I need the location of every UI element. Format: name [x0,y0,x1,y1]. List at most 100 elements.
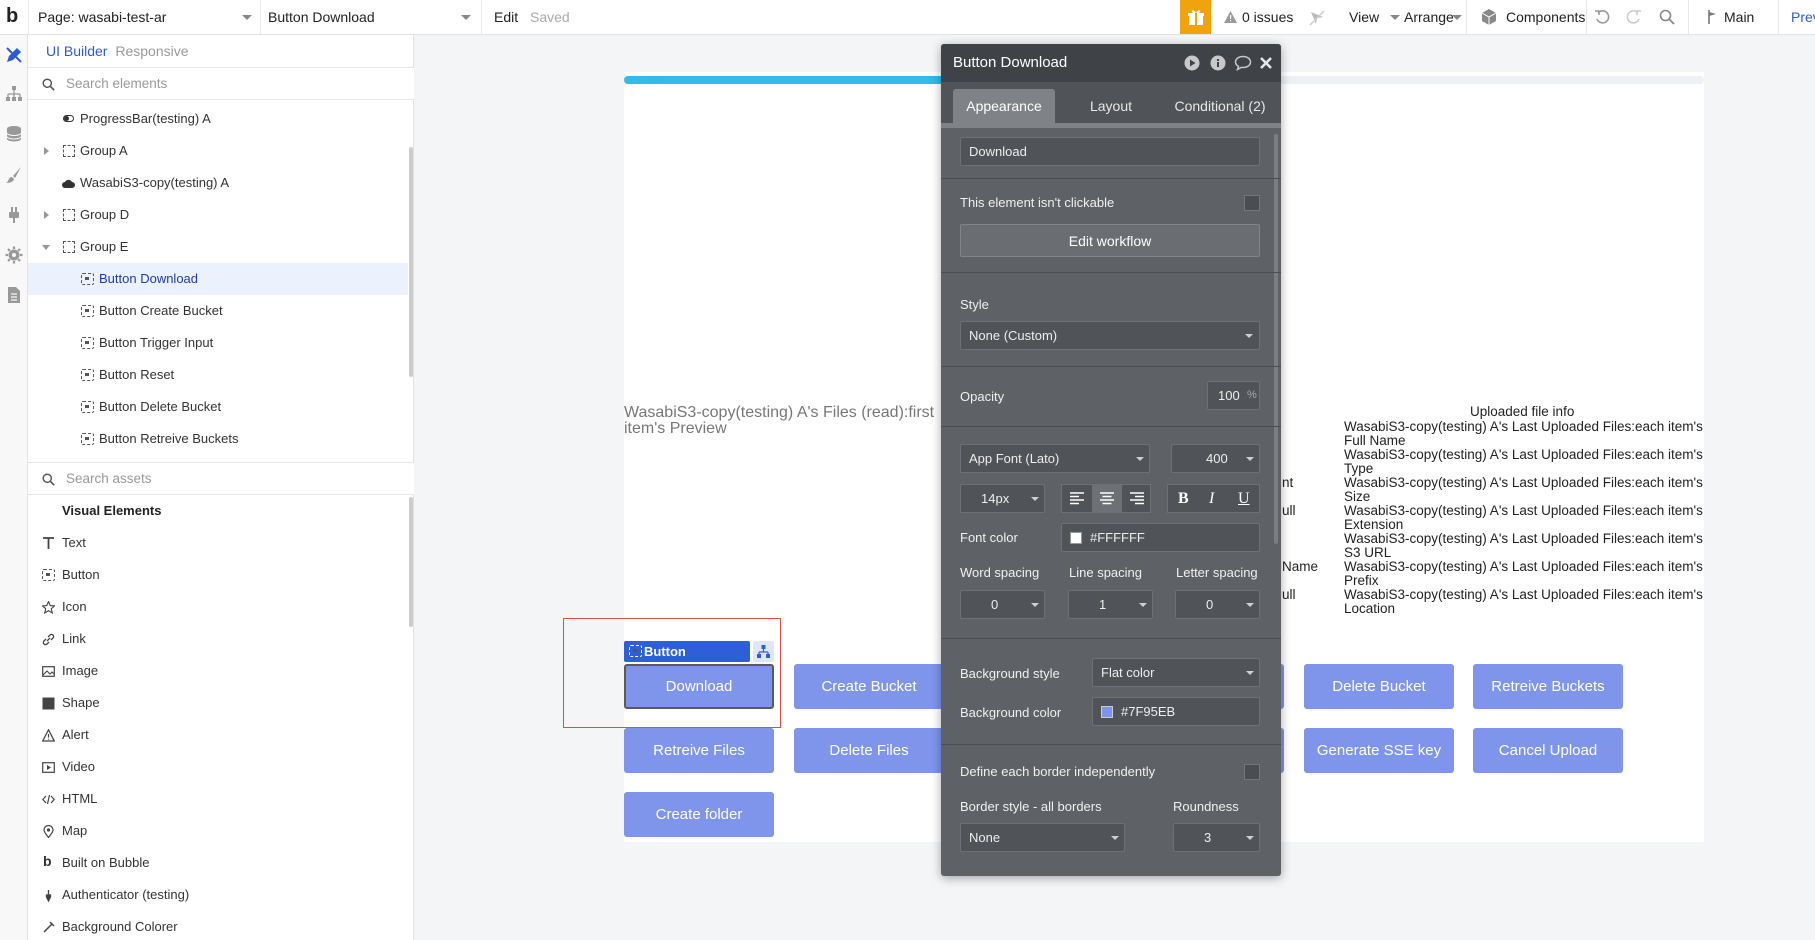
tree-item[interactable]: Group E [28,231,408,263]
edit-label[interactable]: Edit [494,9,518,25]
style-select[interactable]: None (Custom) [960,321,1260,350]
tree-item[interactable]: Button Create Bucket [28,295,408,327]
panel-header[interactable]: Button Download [941,44,1281,82]
search-assets[interactable]: Search assets [28,462,414,495]
tree-item[interactable]: Button Retreive Buckets [28,423,408,455]
uploaded-line[interactable]: WasabiS3-copy(testing) A's Last Uploaded… [1344,504,1706,532]
assets-scrollbar[interactable] [409,497,413,627]
tab-layout[interactable]: Layout [1061,89,1161,123]
align-left-icon[interactable] [1070,492,1084,505]
delete-files-button[interactable]: Delete Files [794,728,944,773]
tree-scrollbar[interactable] [409,147,413,377]
palette-item-shape[interactable]: Shape [28,687,408,719]
tab-conditional[interactable]: Conditional (2) [1163,89,1277,123]
element-selector[interactable]: Button Download [268,9,375,25]
font-weight-select[interactable]: 400 [1171,444,1260,473]
font-color-picker[interactable]: #FFFFFF [1061,523,1260,552]
tree-item[interactable]: Group D [28,199,408,231]
preview-link[interactable]: Prev [1791,9,1815,25]
uploaded-line[interactable]: WasabiS3-copy(testing) A's Last Uploaded… [1344,532,1706,560]
uploaded-line[interactable]: WasabiS3-copy(testing) A's Last Uploaded… [1344,448,1706,476]
design-tool-icon[interactable] [5,46,23,64]
underline-toggle[interactable]: U [1238,490,1250,508]
palette-item-text[interactable]: Text [28,527,408,559]
uploaded-line[interactable]: WasabiS3-copy(testing) A's Last Uploaded… [1344,476,1706,504]
word-spacing-select[interactable]: 0 [960,590,1045,619]
search-elements[interactable]: Search elements [28,67,414,100]
create-folder-button[interactable]: Create folder [624,792,774,837]
inspect-cursor-icon[interactable] [1309,10,1325,26]
palette-item-html[interactable]: HTML [28,783,408,815]
generate-sse-key-button[interactable]: Generate SSE key [1304,728,1454,773]
arrange-menu[interactable]: Arrange [1404,9,1454,25]
bold-toggle[interactable]: B [1178,490,1189,508]
edit-workflow-button[interactable]: Edit workflow [960,224,1260,257]
palette-item-video[interactable]: Video [28,751,408,783]
tree-item[interactable]: ProgressBar(testing) A [28,103,408,135]
undo-icon[interactable] [1594,9,1610,25]
delete-bucket-button[interactable]: Delete Bucket [1304,664,1454,709]
comment-icon[interactable] [1234,55,1252,71]
roundness-select[interactable]: 3 [1173,823,1260,852]
not-clickable-checkbox[interactable] [1244,195,1260,211]
border-independent-checkbox[interactable] [1244,764,1260,780]
panel-scrollbar[interactable] [1274,134,1278,544]
tab-responsive[interactable]: Responsive [115,43,188,59]
expand-arrow-icon[interactable] [44,211,49,219]
branch-selector[interactable]: Main [1724,9,1754,25]
files-preview-text[interactable]: WasabiS3-copy(testing) A's Files (read):… [624,405,944,437]
collapse-arrow-icon[interactable] [42,245,50,250]
border-style-select[interactable]: None [960,823,1125,852]
palette-item-background-colorer[interactable]: Background Colorer [28,911,408,940]
workflow-icon[interactable] [5,85,23,103]
line-spacing-select[interactable]: 1 [1068,590,1153,619]
tree-item[interactable]: Button Trigger Input [28,327,408,359]
uploaded-line[interactable]: WasabiS3-copy(testing) A's Last Uploaded… [1344,560,1706,588]
align-center-icon[interactable] [1100,492,1114,505]
uploaded-info-title[interactable]: Uploaded file info [1470,405,1574,419]
hierarchy-button[interactable] [753,641,774,662]
gift-button[interactable] [1180,0,1211,34]
retreive-files-button[interactable]: Retreive Files [624,728,774,773]
palette-item-authenticator[interactable]: Authenticator (testing) [28,879,408,911]
tab-ui-builder[interactable]: UI Builder [46,43,107,59]
italic-toggle[interactable]: I [1209,490,1214,508]
cancel-upload-button[interactable]: Cancel Upload [1473,728,1623,773]
font-family-select[interactable]: App Font (Lato) [960,444,1150,473]
page-selector[interactable]: Page: wasabi-test-ar [38,9,166,25]
plugin-icon[interactable] [5,206,23,224]
palette-item-button[interactable]: Button [28,559,408,591]
background-style-select[interactable]: Flat color [1092,658,1260,687]
bubble-logo[interactable]: b [6,5,18,28]
palette-item-alert[interactable]: Alert [28,719,408,751]
tree-item-selected[interactable]: Button Download [28,263,408,295]
issues-count[interactable]: 0 issues [1242,9,1293,25]
align-right-icon[interactable] [1130,492,1144,505]
button-label-input[interactable]: Download [960,137,1260,166]
uploaded-line[interactable]: WasabiS3-copy(testing) A's Last Uploaded… [1344,420,1706,448]
tree-item[interactable]: Group A [28,135,408,167]
search-assets-input[interactable]: Search assets [66,471,152,486]
play-icon[interactable] [1184,55,1200,71]
redo-icon[interactable] [1626,9,1642,25]
retreive-buckets-button[interactable]: Retreive Buckets [1473,664,1623,709]
opacity-input[interactable]: 100% [1207,381,1260,410]
visual-elements-header[interactable]: Visual Elements [28,495,408,527]
close-icon[interactable] [1259,56,1273,70]
gear-icon[interactable] [5,246,23,264]
view-menu[interactable]: View [1349,9,1379,25]
tab-appearance[interactable]: Appearance [953,89,1055,123]
info-icon[interactable] [1210,55,1226,71]
uploaded-line[interactable]: WasabiS3-copy(testing) A's Last Uploaded… [1344,588,1706,616]
tree-item[interactable]: WasabiS3-copy(testing) A [28,167,408,199]
font-size-select[interactable]: 14px [960,484,1045,513]
background-color-picker[interactable]: #7F95EB [1092,697,1260,726]
palette-item-map[interactable]: Map [28,815,408,847]
create-bucket-button[interactable]: Create Bucket [794,664,944,709]
palette-item-image[interactable]: Image [28,655,408,687]
download-button[interactable]: Download [624,664,774,709]
document-icon[interactable] [5,286,23,304]
tree-item[interactable]: Button Reset [28,359,408,391]
palette-item-link[interactable]: Link [28,623,408,655]
database-icon[interactable] [5,125,23,143]
